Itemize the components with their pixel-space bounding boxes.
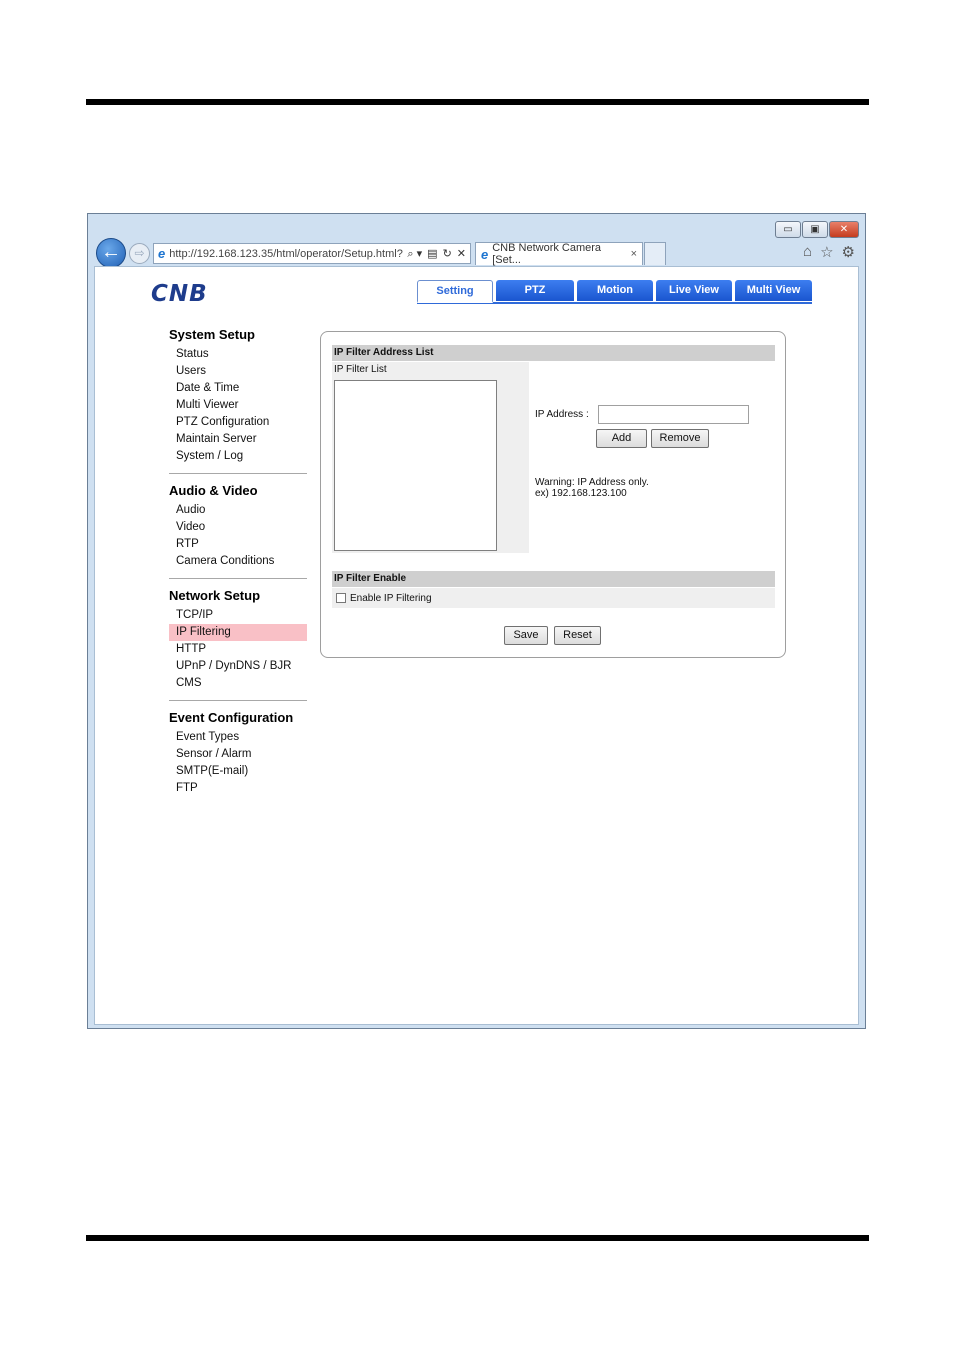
browser-tab[interactable]: e CNB Network Camera [Set... × [475,242,643,266]
menu-item-users[interactable]: Users [169,363,307,380]
section-title-address-list: IP Filter Address List [332,345,775,361]
section-title-enable: IP Filter Enable [332,571,775,587]
warning-line: Warning: IP Address only. [535,477,649,488]
menu-group-system-setup: System Setup Status Users Date & Time Mu… [169,327,307,474]
page-viewport: CNB Setting PTZ Motion Live View Multi V… [94,266,859,1025]
address-tools: ⌕ ▾ ▤ ↻ ✕ [407,247,466,261]
gear-icon[interactable]: ⚙ [842,243,855,261]
menu-item-tcp-ip[interactable]: TCP/IP [169,607,307,624]
save-button[interactable]: Save [504,626,548,645]
enable-ip-filtering-label: Enable IP Filtering [350,592,432,604]
stop-icon[interactable]: ✕ [457,247,466,261]
window-controls: ▭ ▣ ✕ [775,221,859,238]
close-icon[interactable]: ✕ [829,221,859,238]
tab-multi-view[interactable]: Multi View [735,280,812,301]
favorites-star-icon[interactable]: ☆ [820,243,833,261]
ie-logo-icon: e [481,246,489,262]
menu-title: Event Configuration [169,710,294,725]
refresh-icon[interactable]: ↻ [443,247,452,261]
menu-group-audio-video: Audio & Video Audio Video RTP Camera Con… [169,483,307,579]
cnb-logo: CNB [151,281,208,307]
menu-title: Network Setup [169,588,261,603]
tab-close-icon[interactable]: × [631,248,637,260]
back-arrow-icon[interactable]: ← [96,238,126,268]
main-nav: Setting PTZ Motion Live View Multi View [417,280,812,304]
menu-group-event-configuration: Event Configuration Event Types Sensor /… [169,710,307,805]
page-bottom-rule [86,1235,869,1241]
menu-item-upnp-dyndns-bjr[interactable]: UPnP / DynDNS / BJR [169,658,307,675]
menu-item-multi-viewer[interactable]: Multi Viewer [169,397,307,414]
ip-filter-panel: IP Filter Address List IP Filter List IP… [320,331,786,658]
menu-item-video[interactable]: Video [169,519,307,536]
menu-item-sensor-alarm[interactable]: Sensor / Alarm [169,746,307,763]
reset-button[interactable]: Reset [554,626,601,645]
menu-group-network-setup: Network Setup TCP/IP IP Filtering HTTP U… [169,588,307,701]
remove-button[interactable]: Remove [651,429,709,448]
menu-item-ip-filtering[interactable]: IP Filtering [169,624,307,641]
tab-ptz[interactable]: PTZ [496,280,574,301]
ip-filter-listbox[interactable] [334,380,497,551]
menu-item-cms[interactable]: CMS [169,675,307,692]
menu-item-system-log[interactable]: System / Log [169,448,307,465]
address-bar[interactable]: e http://192.168.123.35/html/operator/Se… [153,243,471,264]
add-button[interactable]: Add [596,429,647,448]
page-top-rule [86,99,869,105]
search-icon[interactable]: ⌕ ▾ [407,247,422,261]
home-icon[interactable]: ⌂ [803,243,812,261]
ip-address-label: IP Address : [535,409,589,420]
enable-ip-filtering-checkbox[interactable] [336,593,346,603]
minimize-icon[interactable]: ▭ [775,221,801,238]
tab-setting[interactable]: Setting [417,280,493,303]
warning-example: ex) 192.168.123.100 [535,488,627,499]
forward-arrow-icon[interactable]: ⇨ [129,243,150,264]
ie-logo-icon: e [158,246,166,261]
menu-item-ptz-configuration[interactable]: PTZ Configuration [169,414,307,431]
compatibility-icon[interactable]: ▤ [427,247,437,261]
menu-title: System Setup [169,327,255,342]
ip-filter-list-label: IP Filter List [334,364,387,375]
ip-address-input[interactable] [598,405,749,424]
tab-title: CNB Network Camera [Set... [492,242,602,266]
menu-item-ftp[interactable]: FTP [169,780,307,797]
ip-warning-text: Warning: IP Address only. ex) 192.168.12… [535,477,649,499]
tab-live-view[interactable]: Live View [656,280,732,301]
setup-menu: System Setup Status Users Date & Time Mu… [169,327,307,814]
menu-item-date-time[interactable]: Date & Time [169,380,307,397]
menu-item-maintain-server[interactable]: Maintain Server [169,431,307,448]
menu-item-smtp-email[interactable]: SMTP(E-mail) [169,763,307,780]
maximize-icon[interactable]: ▣ [802,221,828,238]
menu-item-camera-conditions[interactable]: Camera Conditions [169,553,307,570]
menu-item-http[interactable]: HTTP [169,641,307,658]
ip-filter-list-area: IP Filter List [332,362,529,553]
menu-item-audio[interactable]: Audio [169,502,307,519]
new-tab-button[interactable] [644,242,666,265]
menu-item-rtp[interactable]: RTP [169,536,307,553]
menu-item-status[interactable]: Status [169,346,307,363]
menu-item-event-types[interactable]: Event Types [169,729,307,746]
browser-window: ▭ ▣ ✕ ← ⇨ e http://192.168.123.35/html/o… [87,213,866,1029]
browser-toolbar: ⌂ ☆ ⚙ [803,243,855,261]
enable-ip-filtering-row: Enable IP Filtering [332,588,775,608]
address-text: http://192.168.123.35/html/operator/Setu… [169,247,403,260]
tab-motion[interactable]: Motion [577,280,653,301]
menu-title: Audio & Video [169,483,258,498]
